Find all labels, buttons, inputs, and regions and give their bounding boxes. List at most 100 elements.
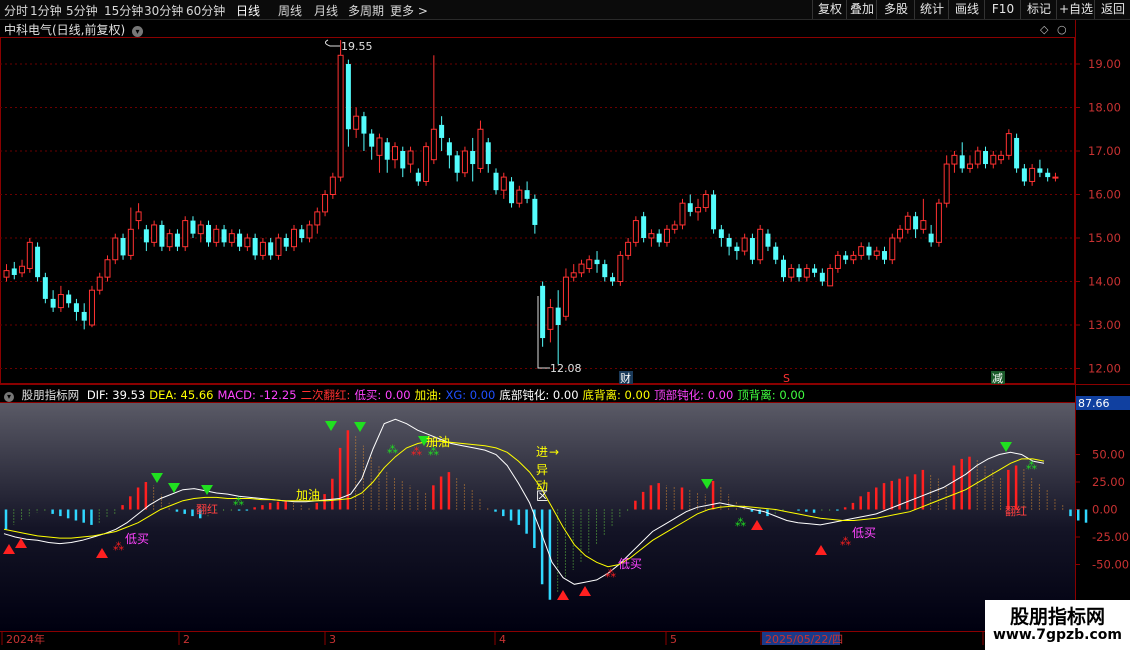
price-tick-label: 18.00 xyxy=(1088,101,1121,115)
candle-down xyxy=(415,172,421,182)
date-label: 5 xyxy=(670,633,677,646)
candle-down xyxy=(345,64,351,130)
candle-up xyxy=(500,176,507,191)
candle-up xyxy=(562,276,569,317)
candle-up xyxy=(213,228,220,243)
date-label: 3 xyxy=(329,633,336,646)
candle-down xyxy=(493,172,499,191)
candle-down xyxy=(781,259,786,278)
cross-signal: ⁂ xyxy=(735,516,746,529)
candle-up xyxy=(850,254,857,261)
candle-up xyxy=(904,215,911,230)
candle-up xyxy=(166,233,173,248)
date-label: 2 xyxy=(183,633,190,646)
indicator-current-value: 87.66 xyxy=(1078,397,1110,410)
candle-down xyxy=(610,277,616,282)
fanhong-label: 翻红 xyxy=(1005,504,1027,518)
candle-down xyxy=(400,151,406,169)
candle-up xyxy=(182,220,189,248)
candle-up xyxy=(197,224,204,235)
candle-down xyxy=(656,233,662,243)
dimai-label: 低买 xyxy=(852,526,876,540)
indicator-name: 股朋指标网 xyxy=(21,388,80,402)
candle-up xyxy=(430,128,437,161)
cross-signal: ⁂ xyxy=(387,443,398,456)
candle-down xyxy=(299,229,305,238)
candle-down xyxy=(42,277,48,299)
indicator-legend-item: XG: 0.00 xyxy=(445,388,496,402)
date-label: 2024年 xyxy=(6,632,45,646)
candle-up xyxy=(648,233,655,239)
candle-down xyxy=(866,246,872,256)
candle-down xyxy=(796,268,802,278)
candle-up xyxy=(88,289,95,326)
candle-down xyxy=(361,116,367,134)
candle-up xyxy=(461,150,468,174)
circle-icon: ○ xyxy=(1057,23,1067,36)
candle-down xyxy=(812,268,818,273)
candle-down xyxy=(1045,172,1051,178)
candle-up xyxy=(827,267,834,287)
indicator-legend-item: 加油: xyxy=(414,388,442,402)
watermark-url: www.7gpzb.com xyxy=(992,627,1122,643)
indicator-title-bar: ▾ 股朋指标网 DIF: 39.53 DEA: 45.66 MACD: -12.25… xyxy=(4,387,809,403)
candle-down xyxy=(602,264,608,278)
candle-up xyxy=(392,146,398,161)
candle-down xyxy=(532,198,538,225)
jiayou-label: 加油 xyxy=(426,435,450,449)
candle-down xyxy=(726,238,732,247)
candle-up xyxy=(322,194,329,213)
candle-up xyxy=(741,237,748,252)
candle-up xyxy=(679,202,686,226)
candle-up xyxy=(275,237,282,256)
low-label: 12.08 xyxy=(550,362,582,375)
candle-up xyxy=(57,294,64,309)
candle-up xyxy=(757,228,764,261)
candle-down xyxy=(594,259,600,265)
candle-up xyxy=(244,237,251,248)
event-s: S xyxy=(783,372,790,385)
candle-down xyxy=(734,246,740,252)
cross-signal: ⁂ xyxy=(411,445,422,458)
candle-up xyxy=(228,233,235,243)
dimai-label: 低买 xyxy=(125,532,149,546)
cross-signal: ⁂ xyxy=(233,495,244,508)
candle-up xyxy=(96,276,103,291)
indicator-settings-icon[interactable]: ▾ xyxy=(4,392,14,402)
candle-up xyxy=(477,128,484,169)
candle-up xyxy=(943,163,950,204)
candle-down xyxy=(485,142,491,165)
dimai-label: 低买 xyxy=(618,557,642,571)
arrow-label: → xyxy=(549,445,559,459)
candle-up xyxy=(578,263,585,274)
candle-down xyxy=(120,238,126,256)
price-tick-label: 12.00 xyxy=(1088,362,1121,376)
candle-down xyxy=(268,242,274,256)
indicator-legend-item: 顶背离: 0.00 xyxy=(737,388,805,402)
price-tick-label: 19.00 xyxy=(1088,57,1121,71)
candle-down xyxy=(283,238,289,247)
price-tick-label: 13.00 xyxy=(1088,318,1121,332)
candle-down xyxy=(959,155,965,169)
kline-chart: 19.00 18.00 17.00 16.00 15.00 14.00 13.00 12.00… xyxy=(0,20,1130,646)
candle-down xyxy=(369,133,375,147)
qu-label: 区 xyxy=(536,489,548,503)
candle-down xyxy=(928,233,934,243)
indicator-panel-bg xyxy=(0,403,1075,631)
indicator-legend-item: 顶部钝化: 0.00 xyxy=(654,388,734,402)
candle-up xyxy=(135,211,142,222)
event-jian: 减 xyxy=(992,372,1003,385)
candle-up xyxy=(920,220,927,230)
candle-down xyxy=(446,142,452,156)
candle-up xyxy=(1052,176,1059,179)
candle-up xyxy=(998,154,1005,161)
candle-up xyxy=(423,146,430,182)
candle-up xyxy=(632,220,639,243)
indicator-tick-label: 0.00 xyxy=(1092,503,1118,517)
candle-up xyxy=(290,228,297,248)
diamond-icon: ◇ xyxy=(1040,23,1049,36)
candle-up xyxy=(858,246,865,256)
indicator-legend-item: 二次翻红: xyxy=(300,388,351,402)
indicator-legend-item: DEA: 45.66 xyxy=(149,388,214,402)
event-cai: 财 xyxy=(620,371,631,385)
